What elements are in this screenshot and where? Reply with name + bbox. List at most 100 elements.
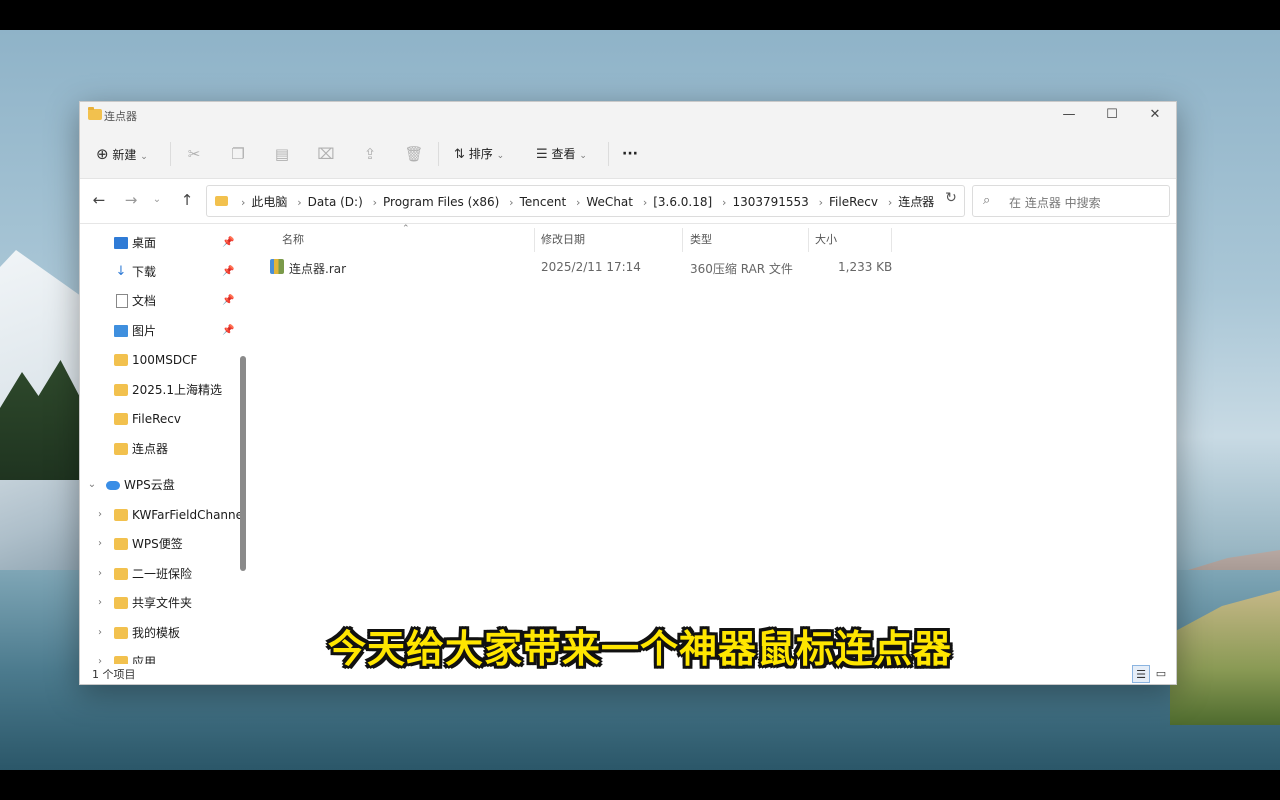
breadcrumb-item[interactable]: Data (D:) xyxy=(308,195,363,209)
pin-icon[interactable]: 📌 xyxy=(222,258,234,286)
view-icon: ☰ xyxy=(536,147,548,162)
forward-arrow-icon[interactable]: → xyxy=(120,189,142,211)
video-subtitle: 今天给大家带来一个神器鼠标连点器 xyxy=(327,627,952,671)
breadcrumb-item[interactable]: 1303791553 xyxy=(732,195,808,209)
sidebar-item-insurance[interactable]: › 二一班保险 xyxy=(80,560,240,588)
column-divider[interactable] xyxy=(891,228,892,252)
column-header-name[interactable]: 名称 xyxy=(282,228,304,252)
chevron-right-icon[interactable]: › xyxy=(94,589,106,617)
sidebar-item-filerecv[interactable]: FileRecv xyxy=(80,405,240,433)
rename-icon[interactable]: ⌧ xyxy=(316,144,336,164)
sidebar-item-label: FileRecv xyxy=(132,412,181,426)
back-arrow-icon[interactable]: ← xyxy=(88,189,110,211)
sidebar-scrollbar[interactable] xyxy=(240,356,246,571)
file-size: 1,233 KB xyxy=(838,260,893,274)
column-header-modified[interactable]: 修改日期 xyxy=(541,228,585,252)
paste-icon[interactable]: ▤ xyxy=(272,144,292,164)
sidebar-item-label: 2025.1上海精选 xyxy=(132,383,222,397)
folder-icon xyxy=(114,354,128,366)
column-label: 修改日期 xyxy=(541,233,585,246)
pin-icon[interactable]: 📌 xyxy=(222,229,234,257)
sidebar-item-shanghai[interactable]: 2025.1上海精选 xyxy=(80,376,240,404)
toolbar-divider xyxy=(170,142,171,166)
folder-icon xyxy=(88,107,102,120)
folder-icon xyxy=(114,443,128,455)
document-icon xyxy=(116,294,128,308)
new-button[interactable]: ⊕ 新建 ⌄ xyxy=(96,142,148,166)
breadcrumb-item[interactable]: 此电脑 xyxy=(251,195,287,209)
sort-icon: ⇅ xyxy=(454,147,465,162)
column-label: 名称 xyxy=(282,233,304,246)
sidebar-item-label: 连点器 xyxy=(132,442,169,456)
chevron-right-icon: › xyxy=(575,196,581,209)
letterbox-bottom xyxy=(0,770,1280,800)
close-button[interactable]: ✕ xyxy=(1133,102,1176,130)
chevron-right-icon[interactable]: › xyxy=(94,501,106,529)
address-history-chevron-icon[interactable]: ⌄ xyxy=(911,191,931,204)
more-options-button[interactable]: ··· xyxy=(622,142,638,166)
pictures-icon xyxy=(114,325,128,337)
chevron-right-icon: › xyxy=(887,196,893,209)
refresh-icon[interactable]: ↻ xyxy=(941,190,961,206)
title-bar[interactable]: 连点器 — ☐ ✕ xyxy=(80,102,1176,130)
maximize-button[interactable]: ☐ xyxy=(1090,102,1134,130)
column-divider[interactable] xyxy=(808,228,809,252)
chevron-down-icon: ⌄ xyxy=(140,152,148,162)
column-divider[interactable] xyxy=(682,228,683,252)
sort-button[interactable]: ⇅ 排序 ⌄ xyxy=(454,142,504,166)
sidebar-item-pictures[interactable]: 图片 📌 xyxy=(80,317,240,345)
share-icon[interactable]: ⇪ xyxy=(360,144,380,164)
minimize-button[interactable]: — xyxy=(1047,102,1091,130)
column-header-size[interactable]: 大小 xyxy=(815,228,837,252)
sidebar-item-100msdcf[interactable]: 100MSDCF xyxy=(80,346,240,374)
chevron-right-icon: › xyxy=(642,196,648,209)
chevron-right-icon[interactable]: › xyxy=(94,530,106,558)
sidebar-item-downloads[interactable]: ↓ 下载 📌 xyxy=(80,258,240,286)
view-button[interactable]: ☰ 查看 ⌄ xyxy=(536,142,587,166)
sidebar-item-clicker[interactable]: 连点器 xyxy=(80,435,240,463)
cut-icon[interactable]: ✂ xyxy=(184,144,204,164)
sidebar-item-documents[interactable]: 文档 📌 xyxy=(80,287,240,315)
breadcrumb-item[interactable]: [3.6.0.18] xyxy=(653,195,712,209)
breadcrumb-item[interactable]: WeChat xyxy=(586,195,633,209)
pin-icon[interactable]: 📌 xyxy=(222,287,234,315)
delete-icon[interactable]: 🗑 xyxy=(404,144,424,164)
file-row[interactable]: 连点器.rar 2025/2/11 17:14 360压缩 RAR 文件 1,2… xyxy=(262,254,902,280)
sidebar-item-wps-cloud[interactable]: ⌄ WPS云盘 xyxy=(80,471,240,499)
column-label: 类型 xyxy=(690,233,712,246)
toolbar-divider xyxy=(608,142,609,166)
letterbox-top xyxy=(0,0,1280,30)
breadcrumb-item[interactable]: FileRecv xyxy=(829,195,878,209)
sort-label: 排序 xyxy=(468,147,493,161)
toolbar-divider xyxy=(438,142,439,166)
folder-icon xyxy=(114,509,128,521)
file-modified: 2025/2/11 17:14 xyxy=(541,260,641,274)
breadcrumb-item[interactable]: Program Files (x86) xyxy=(383,195,499,209)
breadcrumb-item[interactable]: Tencent xyxy=(520,195,567,209)
sidebar-item-label: KWFarFieldChannel xyxy=(132,508,247,522)
sidebar-item-label: 共享文件夹 xyxy=(132,596,193,610)
sidebar-item-desktop[interactable]: 桌面 📌 xyxy=(80,229,240,257)
column-label: 大小 xyxy=(815,233,837,246)
sidebar-item-wps-notes[interactable]: › WPS便签 xyxy=(80,530,240,558)
search-box[interactable]: ⌕ 在 连点器 中搜索 xyxy=(972,185,1170,217)
recent-dropdown-icon[interactable]: ⌄ xyxy=(146,189,168,211)
pin-icon[interactable]: 📌 xyxy=(222,317,234,345)
chevron-down-icon[interactable]: ⌄ xyxy=(86,471,98,499)
file-explorer-window: 连点器 — ☐ ✕ ⊕ 新建 ⌄ ✂ ❐ ▤ ⌧ ⇪ 🗑 ⇅ 排序 ⌄ ☰ 查看… xyxy=(79,101,1177,685)
column-divider[interactable] xyxy=(534,228,535,252)
folder-icon xyxy=(114,538,128,550)
sidebar-item-label: WPS便签 xyxy=(132,537,183,551)
address-bar[interactable]: › 此电脑 › Data (D:) › Program Files (x86) › Te… xyxy=(206,185,965,217)
chevron-right-icon: › xyxy=(509,196,514,209)
up-arrow-icon[interactable]: ↑ xyxy=(176,189,198,211)
sidebar-item-label: 下载 xyxy=(132,265,157,279)
copy-icon[interactable]: ❐ xyxy=(228,144,248,164)
search-input[interactable]: 在 连点器 中搜索 xyxy=(1009,194,1101,211)
column-header-type[interactable]: 类型 xyxy=(690,228,712,252)
chevron-right-icon: › xyxy=(241,196,246,209)
chevron-right-icon[interactable]: › xyxy=(94,560,106,588)
sidebar-item-label: 桌面 xyxy=(132,236,157,250)
sidebar-item-kwfarfield[interactable]: › KWFarFieldChannel xyxy=(80,501,246,529)
sidebar-item-shared[interactable]: › 共享文件夹 xyxy=(80,589,240,617)
